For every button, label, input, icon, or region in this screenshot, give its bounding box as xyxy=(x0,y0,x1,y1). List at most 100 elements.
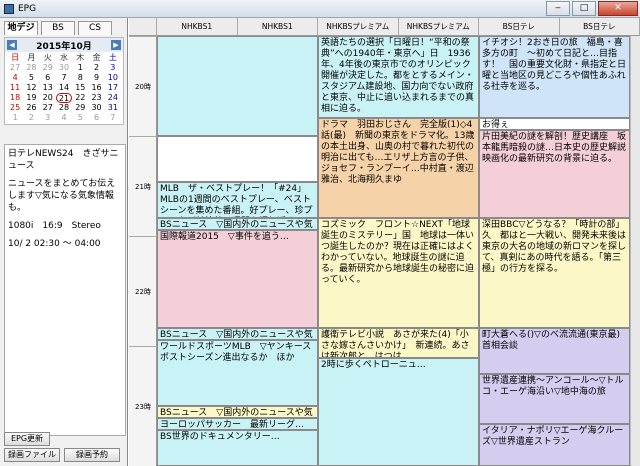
program-cell[interactable]: ドラマ 羽田おじさん 完全版(1)◇4話(最) 新聞の東京をドラマ化。13歳の本… xyxy=(318,118,479,218)
calendar-day[interactable]: 8 xyxy=(72,73,88,83)
program-cell[interactable]: イチオシ！2おき日の旅 福島・喜多方の町 ～初めて日記と…目指す！ 国の重要文化… xyxy=(479,36,630,118)
program-cell[interactable] xyxy=(157,36,318,136)
calendar-day[interactable]: 23 xyxy=(88,93,104,103)
calendar-day[interactable]: 6 xyxy=(40,73,56,83)
program-cell[interactable]: BS世界のドキュメンタリー… xyxy=(157,430,318,466)
calendar-day[interactable]: 9 xyxy=(88,73,104,83)
epg-grid: NHKBS1 NHKBS1 NHKBSプレミアム NHKBSプレミアム BS日テ… xyxy=(129,18,640,466)
channel-header-item[interactable]: BS日テレ xyxy=(479,18,560,35)
time-column: 20時 21時 22時 23時 xyxy=(129,36,157,466)
channel-header-item[interactable]: NHKBS1 xyxy=(238,18,318,35)
program-info-time: 10/ 2 02:30 ～ 04:00 xyxy=(8,239,101,249)
calendar-day[interactable]: 19 xyxy=(23,93,39,103)
channel-header: NHKBS1 NHKBS1 NHKBSプレミアム NHKBSプレミアム BS日テ… xyxy=(129,18,640,36)
calendar-day[interactable]: 28 xyxy=(56,103,72,113)
minimize-button[interactable]: ‒ xyxy=(546,1,570,16)
calendar-day[interactable]: 16 xyxy=(88,83,104,93)
channel-header-item[interactable]: BS日テレ xyxy=(560,18,640,35)
calendar-weekday: 日 xyxy=(11,53,20,62)
program-cell[interactable]: 町大蒼へる()▽のべ流流通(東京最) 首相会談 xyxy=(479,328,630,374)
program-cell[interactable]: 国際報道2015 ▽事件を追う… xyxy=(157,230,318,328)
calendar-day[interactable]: 27 xyxy=(7,63,23,73)
program-cell[interactable]: ヨーロッパサッカー 最新リーグ…Go xyxy=(157,418,318,430)
calendar-day[interactable]: 25 xyxy=(7,103,23,113)
recorded-files-button[interactable]: 録画ファイル xyxy=(4,448,60,462)
calendar-day[interactable]: 14 xyxy=(56,83,72,93)
maximize-button[interactable]: □ xyxy=(572,1,596,16)
channel-header-item[interactable]: NHKBS1 xyxy=(157,18,238,35)
tab-bs[interactable]: BS xyxy=(41,21,75,35)
calendar-day[interactable]: 2 xyxy=(88,63,104,73)
calendar-day[interactable]: 17 xyxy=(105,83,121,93)
calendar-day[interactable]: 21 xyxy=(55,93,73,103)
calendar-day[interactable]: 18 xyxy=(7,93,23,103)
calendar-day[interactable]: 31 xyxy=(105,103,121,113)
program-cell[interactable] xyxy=(157,136,318,182)
tab-terrestrial[interactable]: 地デジ xyxy=(4,21,38,35)
title-bar: EPG ‒ □ ✕ xyxy=(0,0,640,18)
calendar-day[interactable]: 20 xyxy=(40,93,56,103)
calendar-day[interactable]: 3 xyxy=(40,113,56,123)
calendar-weekday: 木 xyxy=(76,53,85,62)
calendar-month: 2015年10月 xyxy=(36,41,92,52)
calendar-day[interactable]: 7 xyxy=(56,73,72,83)
calendar-day[interactable]: 1 xyxy=(7,113,23,123)
calendar-day[interactable]: 30 xyxy=(56,63,72,73)
calendar-day[interactable]: 27 xyxy=(40,103,56,113)
program-cell[interactable]: コズミック フロント☆NEXT「地球誕生のミステリー」国 地球は一体いつ誕生した… xyxy=(318,218,479,328)
program-cell[interactable]: BSニュース ▽国内外のニュースや気象情報をお伝えします ※2ボーツ中 xyxy=(157,218,318,230)
next-month-button[interactable]: ▶ xyxy=(110,40,121,50)
calendar-day[interactable]: 29 xyxy=(72,103,88,113)
calendar-day[interactable]: 22 xyxy=(72,93,88,103)
calendar-day[interactable]: 5 xyxy=(23,73,39,83)
hour-label: 22時 xyxy=(129,236,157,346)
calendar-day[interactable]: 28 xyxy=(23,63,39,73)
program-cell[interactable]: 片田美紀の謎を解剖！歴史講座 坂本龍馬暗殺の謎…日本史の歴史解説映画化の最新研究… xyxy=(479,130,630,218)
epg-update-button[interactable]: EPG更新 xyxy=(4,432,50,446)
calendar-weekday: 火 xyxy=(43,53,52,62)
vertical-scrollbar[interactable] xyxy=(630,36,640,466)
broadcast-tabs: 地デジ BS CS xyxy=(0,18,127,35)
calendar-day[interactable]: 26 xyxy=(23,103,39,113)
calendar-day[interactable]: 7 xyxy=(105,113,121,123)
program-cell[interactable]: MLB ザ・ベストプレー！「#24」 MLBの1週間のベストプレー、ベストシーン… xyxy=(157,182,318,218)
calendar-day[interactable]: 2 xyxy=(23,113,39,123)
calendar-day[interactable]: 12 xyxy=(23,83,39,93)
calendar-day[interactable]: 1 xyxy=(72,63,88,73)
calendar-day[interactable]: 4 xyxy=(56,113,72,123)
program-cell[interactable]: 世界遺産連携～アンコール～▽トルコ・エーゲ海沿い▽地中海の旅 xyxy=(479,374,630,424)
hour-label: 21時 xyxy=(129,136,157,236)
calendar-day[interactable]: 10 xyxy=(105,73,121,83)
hour-label: 23時 xyxy=(129,346,157,466)
calendar-day[interactable]: 4 xyxy=(7,73,23,83)
program-cell[interactable]: BSニュース ▽国内外のニュースや気象情報をお伝えします ※2ボーツ中 xyxy=(157,406,318,418)
program-cell[interactable]: お得ぇ xyxy=(479,118,630,130)
close-button[interactable]: ✕ xyxy=(598,1,638,16)
calendar-day[interactable]: 13 xyxy=(40,83,56,93)
calendar-day[interactable]: 15 xyxy=(72,83,88,93)
app-icon xyxy=(4,3,14,14)
program-info-channel: 日テレNEWS24 きざサニュース xyxy=(8,149,119,171)
calendar-weekday: 土 xyxy=(108,53,117,62)
calendar-day[interactable]: 30 xyxy=(88,103,104,113)
program-cell[interactable]: BSニュース ▽国内外のニュースや気象情報をお伝えします ※2ボーツ中 xyxy=(157,328,318,340)
calendar-day[interactable]: 29 xyxy=(40,63,56,73)
calendar-day[interactable]: 5 xyxy=(72,113,88,123)
program-cell[interactable]: ワールドスポーツMLB ▽ヤンキース ポストシーズン進出なるか ほか xyxy=(157,340,318,406)
left-panel: 地デジ BS CS ◀ 2015年10月 ▶ 日月火水木金土 27 28 29 30 1 2… xyxy=(0,18,128,466)
channel-header-item[interactable]: NHKBSプレミアム xyxy=(399,18,479,35)
tab-cs[interactable]: CS xyxy=(78,21,112,35)
prev-month-button[interactable]: ◀ xyxy=(7,40,17,50)
program-cell[interactable]: イタリア・ナポリ▽エーゲ海クルーズ▽世界遺産ストラン xyxy=(479,424,630,466)
program-cell[interactable]: 2時に歩くペトローニュ… xyxy=(318,358,479,466)
calendar-day[interactable]: 11 xyxy=(7,83,23,93)
calendar-day[interactable]: 3 xyxy=(105,63,121,73)
calendar-day[interactable]: 6 xyxy=(88,113,104,123)
program-cell[interactable]: 英語たちの選択「日曜日！“平和の祭典”への1940年・東京へ」日 1936年、4… xyxy=(318,36,479,118)
channel-header-item[interactable]: NHKBSプレミアム xyxy=(318,18,399,35)
calendar-day[interactable]: 24 xyxy=(105,93,121,103)
window-title: EPG xyxy=(18,3,37,14)
program-cell[interactable]: 深田BBC▽どうなる？「時計の部」久 都はと一大戦い、開発未来後は東京の大名の地… xyxy=(479,218,630,328)
program-cell[interactable]: 護衛テレビ小説 あさが来た(4)「小さな嫁さんさいかけ」 新連続。あさは新次郎と… xyxy=(318,328,479,358)
reservation-button[interactable]: 録画予約 xyxy=(64,448,120,462)
